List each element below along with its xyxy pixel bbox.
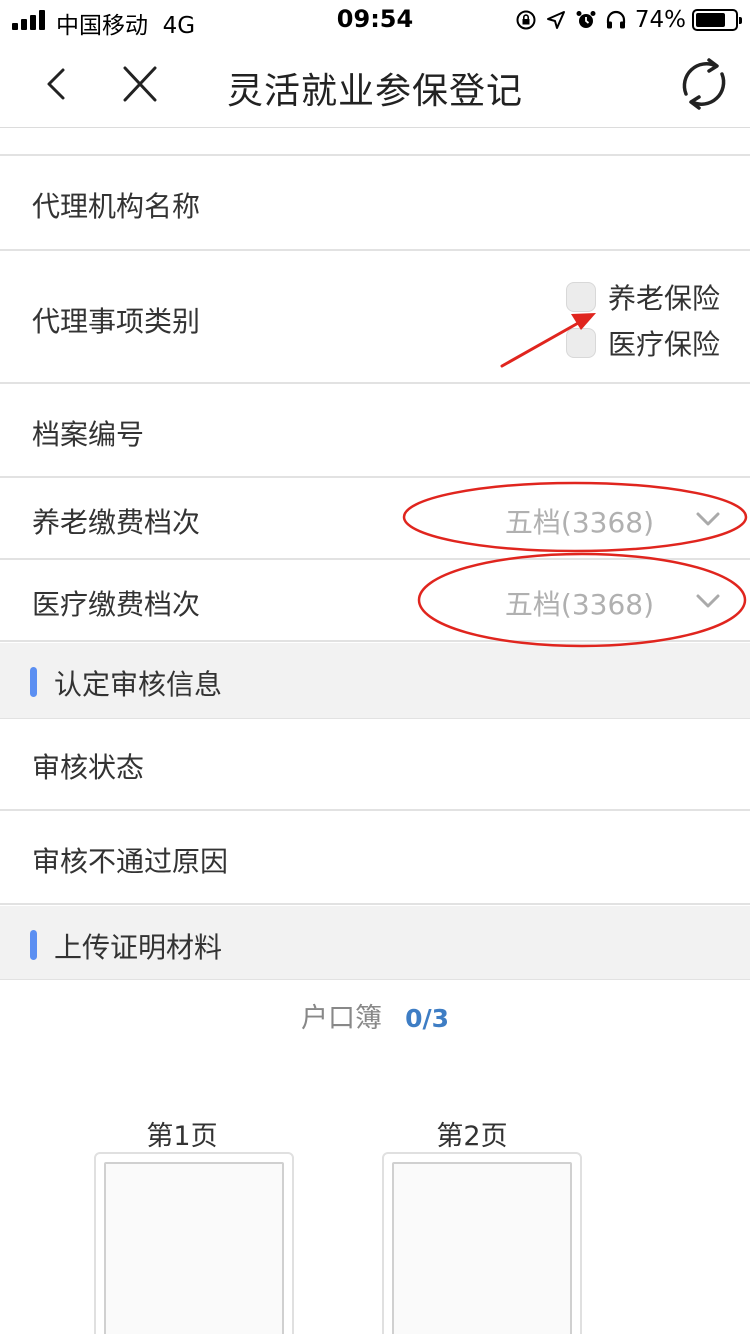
reject-reason-row[interactable]: 审核不通过原因: [0, 812, 750, 905]
upload-section-title: 上传证明材料: [54, 931, 223, 964]
upload-slot-page-2[interactable]: [382, 1152, 582, 1334]
pension-level-label: 养老缴费档次: [32, 506, 201, 539]
chevron-down-icon[interactable]: [694, 587, 722, 615]
section-accent-bar: [30, 930, 37, 960]
agency-name-row[interactable]: 代理机构名称: [0, 158, 750, 251]
pension-level-value[interactable]: 五档(3368): [505, 501, 654, 541]
page-1-label: 第1页: [146, 1121, 218, 1152]
archive-number-row[interactable]: 档案编号: [0, 385, 750, 478]
headphones-icon: [606, 10, 625, 29]
medical-level-row[interactable]: 医疗缴费档次 五档(3368): [0, 561, 750, 642]
chevron-down-icon[interactable]: [694, 505, 722, 533]
medical-level-value[interactable]: 五档(3368): [505, 583, 654, 623]
medical-option-label: 医疗保险: [607, 328, 720, 361]
refresh-icon[interactable]: [676, 56, 732, 112]
pension-option-label: 养老保险: [607, 282, 720, 315]
alarm-icon: [576, 11, 596, 28]
option-pension[interactable]: 养老保险: [565, 274, 720, 320]
archive-number-label: 档案编号: [32, 418, 145, 451]
agency-type-label: 代理事项类别: [32, 305, 201, 338]
upload-slot-page-1[interactable]: [94, 1152, 294, 1334]
section-accent-bar: [30, 667, 37, 697]
medical-checkbox[interactable]: [565, 328, 596, 358]
page-2-label: 第2页: [436, 1121, 508, 1152]
review-status-row[interactable]: 审核状态: [0, 719, 750, 811]
agency-type-row: 代理事项类别 养老保险 医疗保险: [0, 252, 750, 384]
review-section-header: 认定审核信息: [0, 643, 750, 719]
doc-name: 户口簿: [300, 1003, 382, 1034]
agency-name-label: 代理机构名称: [32, 190, 201, 223]
battery-icon: [692, 9, 742, 31]
review-section-title: 认定审核信息: [54, 668, 223, 701]
upload-section-header: 上传证明材料: [0, 906, 750, 980]
option-medical[interactable]: 医疗保险: [565, 320, 720, 366]
reject-reason-label: 审核不通过原因: [32, 845, 229, 878]
page-title: 灵活就业参保登记: [226, 71, 523, 112]
pension-level-row[interactable]: 养老缴费档次 五档(3368): [0, 479, 750, 560]
status-bar: 中国移动 4G 09:54 74%: [0, 0, 750, 40]
agency-type-options: 养老保险 医疗保险: [565, 274, 720, 366]
doc-count: 0/3: [405, 1004, 449, 1033]
pension-checkbox[interactable]: [565, 282, 596, 312]
review-status-label: 审核状态: [32, 751, 145, 784]
divider-strip: [0, 129, 750, 156]
lock-rotation-icon: [516, 10, 536, 30]
battery-percent: 74%: [634, 7, 686, 33]
nav-bar: 灵活就业参保登记: [0, 40, 750, 128]
location-icon: [546, 11, 565, 29]
upload-doc-header: 户口簿 0/3: [0, 996, 750, 1035]
medical-level-label: 医疗缴费档次: [32, 588, 201, 621]
